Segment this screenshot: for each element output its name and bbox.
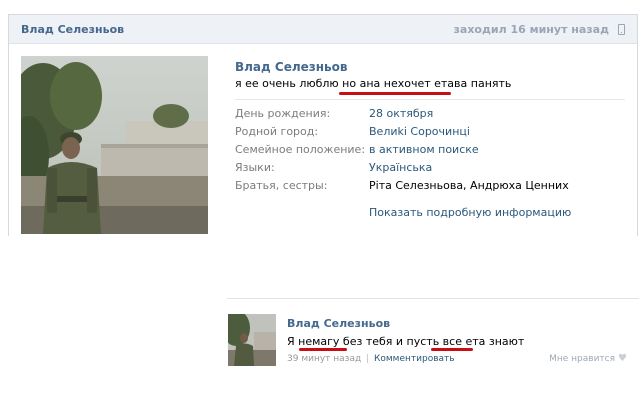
info-value-languages[interactable]: Українська xyxy=(369,161,432,174)
info-label: День рождения: xyxy=(235,107,331,120)
info-label: Родной город: xyxy=(235,125,319,138)
post-underline-mark xyxy=(299,348,347,351)
info-value-hometown[interactable]: Велиkі Сорочинці xyxy=(369,125,470,138)
info-label: Семейное положение: xyxy=(235,143,366,156)
like-button[interactable]: Мне нравится ♥ xyxy=(549,353,627,364)
heart-icon: ♥ xyxy=(618,353,627,364)
show-more-info-link[interactable]: Показать подробную информацию xyxy=(369,206,571,219)
post-text: Я немагу без тебя и пусть все ета знают xyxy=(287,335,525,348)
wall-post: Влад Селезньов Я немагу без тебя и пусть… xyxy=(227,298,639,375)
profile-header: Влад Селезньов заходил 16 минут назад xyxy=(9,14,637,44)
meta-separator: | xyxy=(366,354,370,364)
status-underline-mark xyxy=(339,92,451,95)
info-label: Братья, сестры: xyxy=(235,179,328,192)
info-value-siblings[interactable]: Ріта Селезньова, Андрюха Ценних xyxy=(369,179,569,192)
info-divider xyxy=(235,99,625,100)
post-time[interactable]: 39 минут назад xyxy=(287,354,361,364)
post-author-avatar[interactable] xyxy=(228,314,276,366)
profile-name: Влад Селезньов xyxy=(235,60,348,74)
info-value-relationship[interactable]: в активном поиске xyxy=(369,143,479,156)
profile-status-text[interactable]: я ее очень люблю но ана нехочет етава па… xyxy=(235,77,511,90)
post-meta: 39 минут назад | Комментировать xyxy=(287,354,455,364)
post-underline-mark xyxy=(431,348,473,351)
post-author-name[interactable]: Влад Селезньов xyxy=(287,317,390,330)
header-user-name[interactable]: Влад Селезньов xyxy=(21,23,124,36)
comment-link[interactable]: Комментировать xyxy=(374,354,455,364)
profile-card: Влад Селезньов заходил 16 минут назад Вл… xyxy=(8,14,638,236)
info-label: Языки: xyxy=(235,161,275,174)
last-seen-status: заходил 16 минут назад xyxy=(453,23,609,36)
info-value-birthday[interactable]: 28 октября xyxy=(369,107,433,120)
mobile-phone-icon xyxy=(618,24,625,35)
like-label: Мне нравится xyxy=(549,354,616,364)
profile-photo[interactable] xyxy=(21,56,208,234)
